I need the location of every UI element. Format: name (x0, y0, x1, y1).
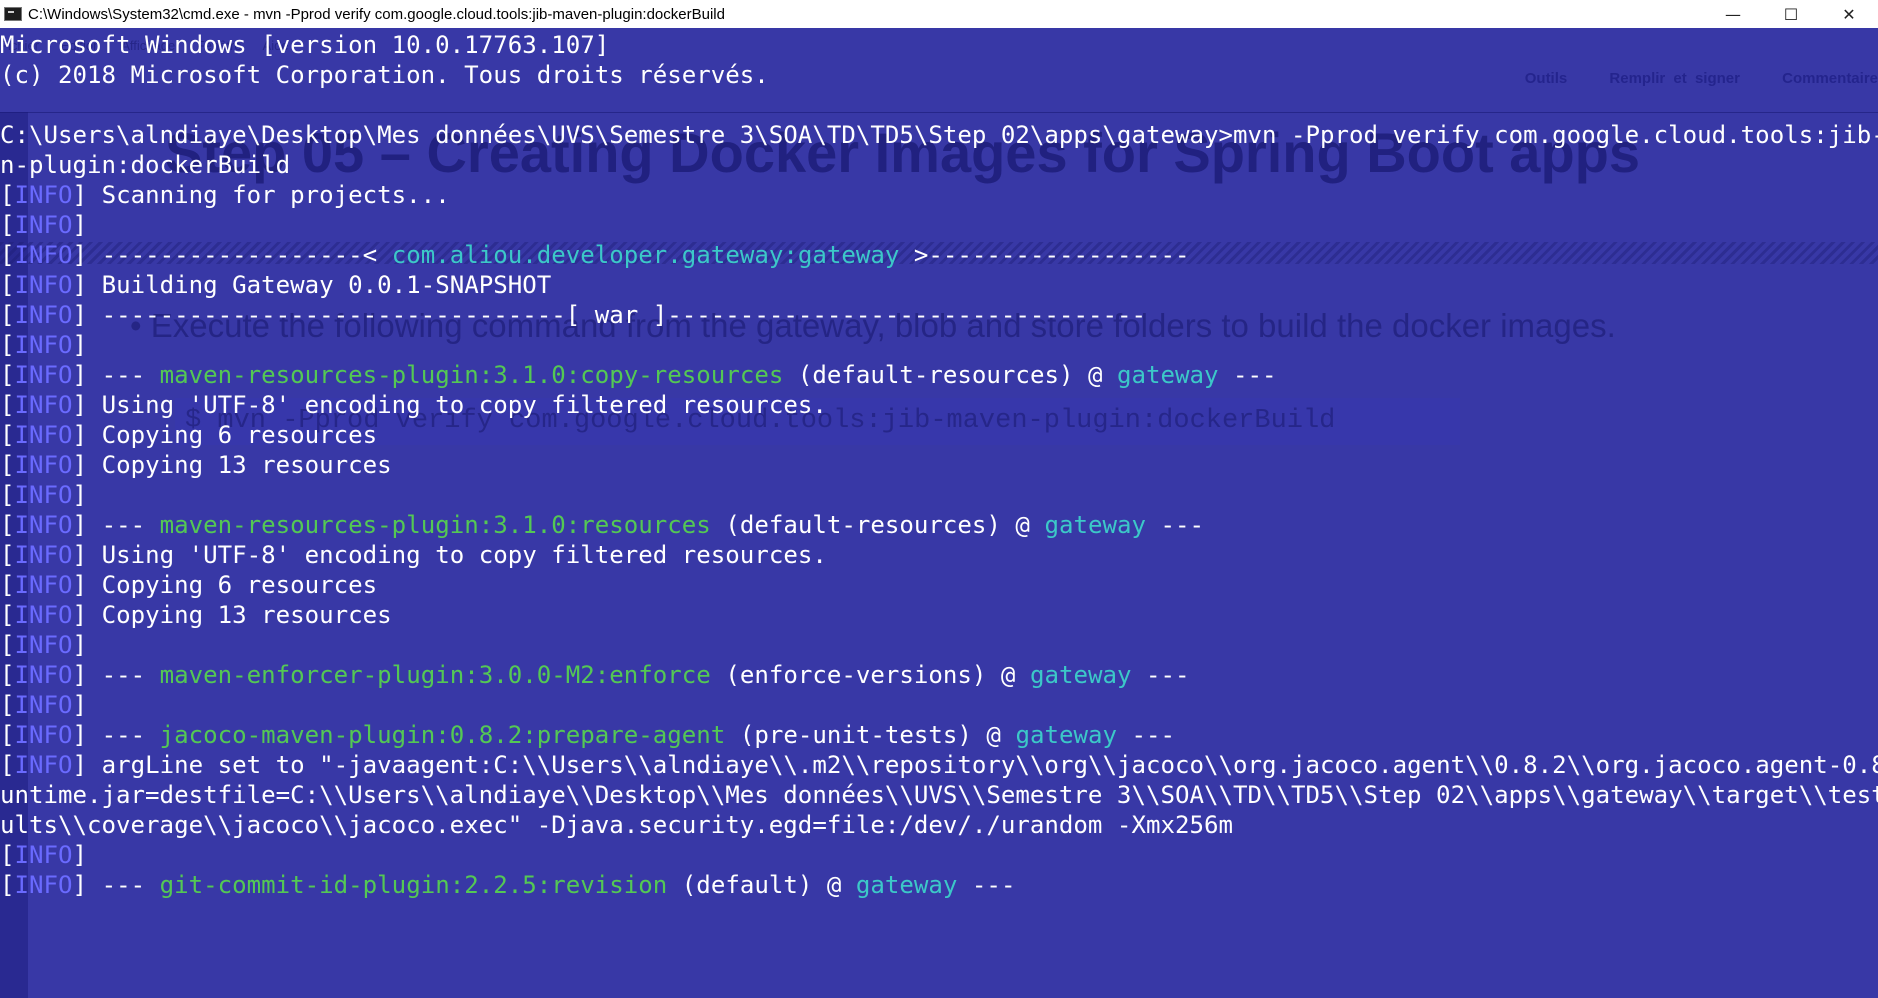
log-line: [INFO] --- maven-resources-plugin:3.1.0:… (0, 511, 1205, 539)
log-line-wrap: ults\\coverage\\jacoco\\jacoco.exec" -Dj… (0, 811, 1233, 839)
log-line: [INFO] --- jacoco-maven-plugin:0.8.2:pre… (0, 721, 1176, 749)
plugin-goal: maven-resources-plugin:3.1.0:copy-resour… (159, 361, 784, 389)
artifact-name: gateway (1015, 721, 1117, 749)
maximize-button[interactable]: ☐ (1762, 0, 1820, 28)
info-tag: INFO (14, 751, 73, 779)
info-tag: INFO (14, 241, 73, 269)
log-line: [INFO] (0, 631, 102, 659)
command-line: C:\Users\alndiaye\Desktop\Mes données\UV… (0, 121, 1878, 149)
log-line: [INFO] argLine set to "-javaagent:C:\\Us… (0, 751, 1878, 779)
artifact-name: gateway (1044, 511, 1146, 539)
log-line: [INFO] Using 'UTF-8' encoding to copy fi… (0, 541, 827, 569)
artifact-name: gateway (1116, 361, 1219, 389)
artifact-name: gateway (855, 871, 958, 899)
close-button[interactable]: ✕ (1820, 0, 1878, 28)
cmd-icon (4, 7, 22, 21)
log-line: [INFO] --- maven-enforcer-plugin:3.0.0-M… (0, 661, 1190, 689)
console-area[interactable]: Fichier Edition Affichage Fenêtre Aide O… (0, 28, 1878, 998)
info-tag: INFO (14, 481, 73, 509)
log-line: [INFO] (0, 841, 102, 869)
info-tag: INFO (14, 601, 73, 629)
info-tag: INFO (14, 391, 73, 419)
log-line: [INFO] Copying 13 resources (0, 451, 392, 479)
log-line: [INFO] --- maven-resources-plugin:3.1.0:… (0, 361, 1277, 389)
log-line: [INFO] Copying 13 resources (0, 601, 392, 629)
info-tag: INFO (14, 271, 73, 299)
info-tag: INFO (14, 211, 73, 239)
log-line: [INFO] (0, 331, 102, 359)
log-line: [INFO] (0, 691, 102, 719)
log-line: [INFO] (0, 481, 102, 509)
info-tag: INFO (14, 871, 73, 899)
cmd-window: C:\Windows\System32\cmd.exe - mvn -Pprod… (0, 0, 1878, 998)
info-tag: INFO (14, 181, 73, 209)
command-line-wrap: n-plugin:dockerBuild (0, 151, 291, 179)
info-tag: INFO (14, 511, 73, 539)
info-tag: INFO (14, 841, 73, 869)
info-tag: INFO (14, 691, 73, 719)
minimize-button[interactable]: — (1704, 0, 1762, 28)
info-tag: INFO (14, 451, 73, 479)
info-tag: INFO (14, 631, 73, 659)
log-line: [INFO] Using 'UTF-8' encoding to copy fi… (0, 391, 827, 419)
window-title: C:\Windows\System32\cmd.exe - mvn -Pprod… (28, 5, 725, 23)
plugin-goal: jacoco-maven-plugin:0.8.2:prepare-agent (159, 721, 726, 749)
info-tag: INFO (14, 661, 73, 689)
terminal-line: Microsoft Windows [version 10.0.17763.10… (0, 31, 610, 59)
title-bar[interactable]: C:\Windows\System32\cmd.exe - mvn -Pprod… (0, 0, 1878, 28)
window-controls: — ☐ ✕ (1704, 0, 1878, 28)
info-tag: INFO (14, 571, 73, 599)
plugin-goal: git-commit-id-plugin:2.2.5:revision (159, 871, 668, 899)
artifact-name: gateway (1029, 661, 1132, 689)
log-line: [INFO] Scanning for projects... (0, 181, 450, 209)
log-line: [INFO] ------------------< com.aliou.dev… (0, 241, 1190, 269)
info-tag: INFO (14, 421, 73, 449)
plugin-goal: maven-resources-plugin:3.1.0:resources (159, 511, 711, 539)
log-line: [INFO] Copying 6 resources (0, 571, 378, 599)
log-line: [INFO] (0, 211, 102, 239)
info-tag: INFO (14, 541, 73, 569)
info-tag: INFO (14, 331, 73, 359)
info-tag: INFO (14, 721, 73, 749)
terminal-output: Microsoft Windows [version 10.0.17763.10… (0, 30, 1878, 900)
info-tag: INFO (14, 301, 73, 329)
log-line: [INFO] --- git-commit-id-plugin:2.2.5:re… (0, 871, 1016, 899)
log-line: [INFO] --------------------------------[… (0, 301, 1146, 329)
log-line-wrap: untime.jar=destfile=C:\\Users\\alndiaye\… (0, 781, 1878, 809)
info-tag: INFO (14, 361, 73, 389)
plugin-goal: maven-enforcer-plugin:3.0.0-M2:enforce (159, 661, 711, 689)
log-line: [INFO] Copying 6 resources (0, 421, 378, 449)
log-line: [INFO] Building Gateway 0.0.1-SNAPSHOT (0, 271, 552, 299)
terminal-line: (c) 2018 Microsoft Corporation. Tous dro… (0, 61, 769, 89)
project-id: com.aliou.developer.gateway:gateway (391, 241, 900, 269)
